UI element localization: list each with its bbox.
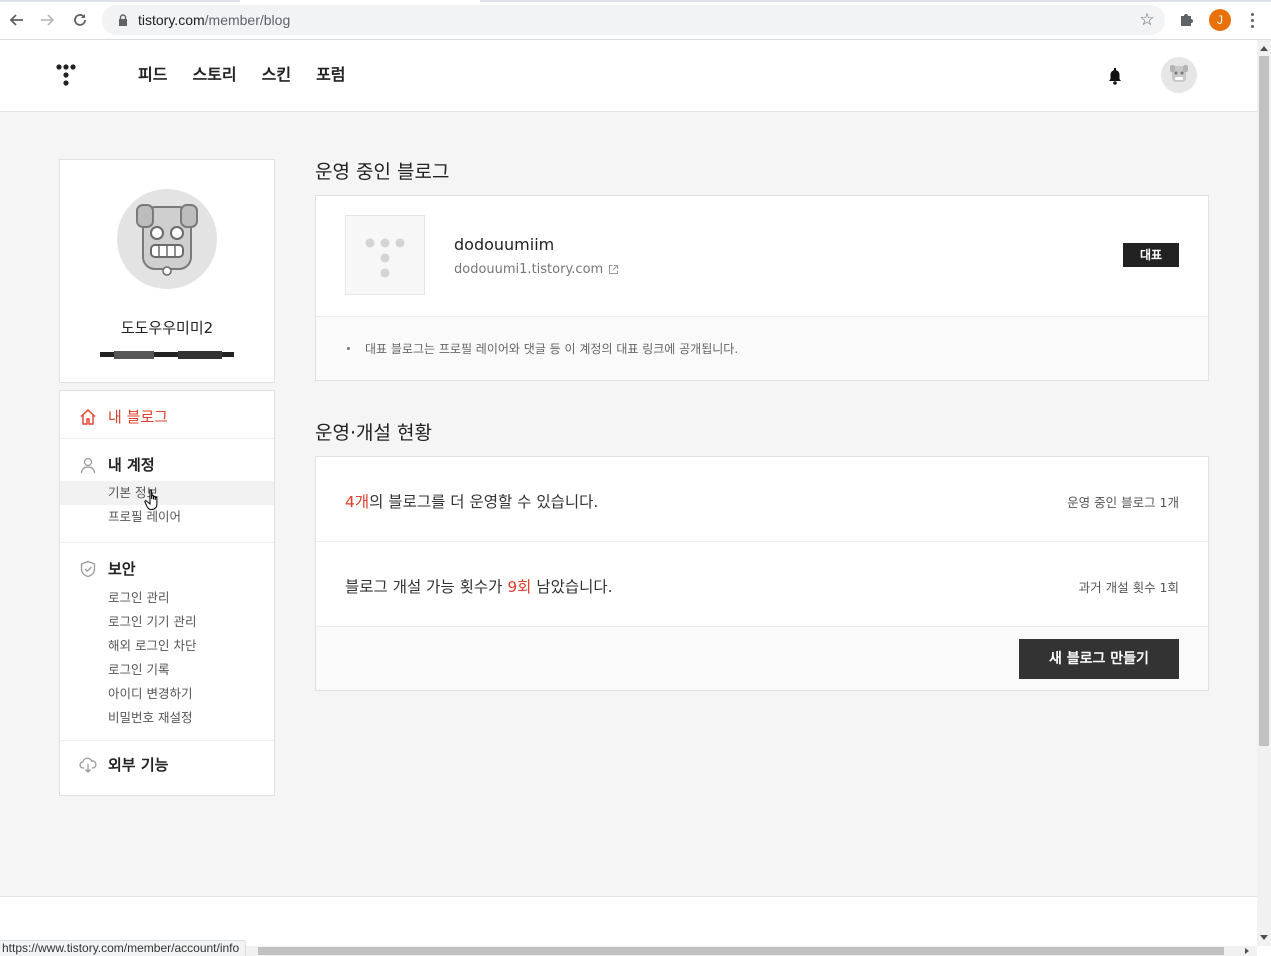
page-content: 피드 스토리 스킨 포럼 도도우우미미2 내 블로그 내 계정 기본 정보 프로… — [0, 40, 1257, 946]
browser-profile-avatar[interactable]: J — [1209, 9, 1231, 31]
person-icon — [79, 456, 97, 474]
past-create-count: 과거 개설 횟수 1회 — [1078, 580, 1179, 595]
sidebar-item-login-history[interactable]: 로그인 기록 — [60, 658, 274, 682]
reload-icon[interactable] — [68, 8, 92, 32]
vertical-scroll-thumb[interactable] — [1259, 56, 1269, 746]
bookmark-star-icon[interactable]: ☆ — [1137, 10, 1157, 30]
blog-name[interactable]: dodouumiim — [454, 235, 554, 254]
sidebar-item-security[interactable]: 보안 — [79, 558, 136, 579]
profile-email-redacted — [100, 344, 234, 359]
status-row-create-count: 블로그 개설 가능 횟수가 9회 남았습니다. 과거 개설 횟수 1회 — [316, 542, 1208, 627]
lock-icon — [116, 13, 130, 27]
section-title-status: 운영·개설 현황 — [315, 422, 432, 444]
profile-card: 도도우우미미2 — [59, 159, 275, 383]
address-bar[interactable]: tistory.com/member/blog ☆ — [102, 5, 1165, 35]
back-icon[interactable] — [4, 8, 28, 32]
blog-thumbnail[interactable] — [345, 215, 425, 295]
scroll-right-icon[interactable] — [1245, 948, 1249, 954]
gnb-feed-link[interactable]: 피드 — [138, 64, 167, 86]
cloud-download-icon — [79, 756, 97, 774]
remaining-blogs-text: 4개의 블로그를 더 운영할 수 있습니다. — [345, 493, 599, 511]
blog-note-text: 대표 블로그는 프로필 레이어와 댓글 등 이 계정의 대표 링크에 공개됩니다… — [365, 342, 739, 356]
blog-note: 대표 블로그는 프로필 레이어와 댓글 등 이 계정의 대표 링크에 공개됩니다… — [316, 317, 1208, 380]
blog-item: dodouumiim dodouumi1.tistory.com 대표 — [316, 196, 1208, 317]
menu-section-account: 내 계정 기본 정보 프로필 레이어 — [60, 439, 274, 543]
bullet-icon — [347, 347, 350, 350]
page-footer — [0, 896, 1257, 946]
user-avatar[interactable] — [1161, 57, 1197, 93]
link-status-bar: https://www.tistory.com/member/account/i… — [0, 940, 247, 956]
create-new-blog-button[interactable]: 새 블로그 만들기 — [1019, 639, 1179, 679]
tab-strip — [0, 0, 1271, 2]
shield-icon — [79, 560, 97, 578]
external-link-icon — [608, 264, 619, 275]
global-nav: 피드 스토리 스킨 포럼 — [0, 40, 1257, 112]
status-footer: 새 블로그 만들기 — [316, 627, 1208, 690]
menu-section-security: 보안 로그인 관리 로그인 기기 관리 해외 로그인 차단 로그인 기록 아이디… — [60, 543, 274, 741]
gnb-menu: 피드 스토리 스킨 포럼 — [138, 64, 371, 86]
scroll-down-icon[interactable] — [1260, 935, 1268, 940]
horizontal-scroll-thumb[interactable] — [258, 947, 1224, 955]
representative-badge: 대표 — [1123, 243, 1179, 267]
sidebar-item-login-devices[interactable]: 로그인 기기 관리 — [60, 610, 274, 634]
profile-name: 도도우우미미2 — [120, 319, 214, 337]
blog-url-link[interactable]: dodouumi1.tistory.com — [454, 262, 619, 277]
gnb-forum-link[interactable]: 포럼 — [316, 64, 345, 86]
vertical-scrollbar[interactable] — [1257, 40, 1271, 946]
blog-card: dodouumiim dodouumi1.tistory.com 대표 대표 블… — [315, 195, 1209, 381]
sidebar-item-reset-password[interactable]: 비밀번호 재설정 — [60, 706, 274, 730]
scroll-up-icon[interactable] — [1260, 46, 1268, 51]
menu-section-external: 외부 기능 — [60, 741, 274, 795]
gnb-story-link[interactable]: 스토리 — [192, 64, 236, 86]
menu-section-blog: 내 블로그 — [60, 391, 274, 439]
gnb-skin-link[interactable]: 스킨 — [262, 64, 291, 86]
sidebar-item-profile-layer[interactable]: 프로필 레이어 — [60, 505, 274, 529]
status-row-remaining-blogs: 4개의 블로그를 더 운영할 수 있습니다. 운영 중인 블로그 1개 — [316, 457, 1208, 542]
sidebar-item-basic-info[interactable]: 기본 정보 — [60, 481, 274, 505]
home-icon — [79, 408, 97, 426]
tistory-logo-icon[interactable] — [53, 62, 81, 90]
sidebar-menu: 내 블로그 내 계정 기본 정보 프로필 레이어 보안 로그인 관리 로그인 기… — [59, 390, 275, 796]
extensions-puzzle-icon[interactable] — [1178, 10, 1198, 30]
forward-icon[interactable] — [36, 8, 60, 32]
sidebar-item-change-id[interactable]: 아이디 변경하기 — [60, 682, 274, 706]
status-card: 4개의 블로그를 더 운영할 수 있습니다. 운영 중인 블로그 1개 블로그 … — [315, 456, 1209, 691]
sidebar-item-overseas-login-block[interactable]: 해외 로그인 차단 — [60, 634, 274, 658]
sidebar-item-login-management[interactable]: 로그인 관리 — [60, 586, 274, 610]
sidebar-item-my-account[interactable]: 내 계정 — [79, 454, 155, 475]
remaining-create-text: 블로그 개설 가능 횟수가 9회 남았습니다. — [345, 578, 613, 596]
url-text: tistory.com/member/blog — [138, 12, 291, 28]
browser-toolbar: tistory.com/member/blog ☆ J — [0, 0, 1271, 40]
sidebar-item-external[interactable]: 외부 기능 — [79, 754, 168, 775]
sidebar-item-my-blog[interactable]: 내 블로그 — [79, 406, 168, 427]
hand-cursor-icon — [144, 488, 164, 512]
active-blog-count: 운영 중인 블로그 1개 — [1067, 495, 1179, 510]
notification-bell-icon[interactable] — [1104, 65, 1126, 87]
profile-avatar — [117, 189, 217, 289]
section-title-blogs: 운영 중인 블로그 — [315, 161, 450, 183]
browser-menu-icon[interactable] — [1244, 9, 1260, 31]
